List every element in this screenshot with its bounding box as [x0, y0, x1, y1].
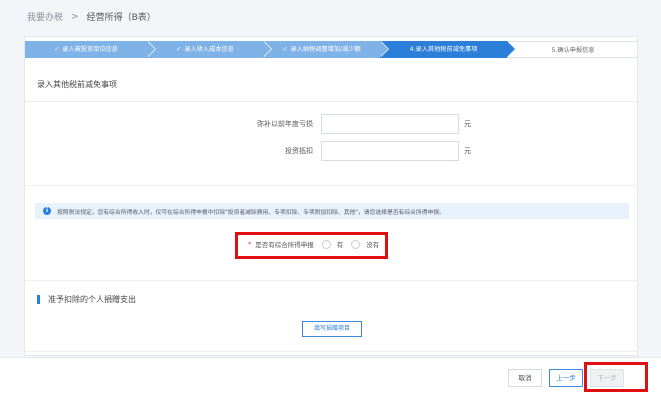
step-1-label: 录入被投资单位信息 [62, 46, 118, 53]
step-4-label: 4.录入其他税前减免事项 [409, 46, 478, 53]
step-2[interactable]: ✓ 录入收入成本信息 [147, 41, 272, 58]
step-2-arrow [263, 41, 271, 57]
divider [25, 280, 637, 281]
loss-input[interactable] [321, 114, 459, 134]
breadcrumb-home[interactable]: 我要办税 [27, 10, 63, 23]
divider [25, 351, 637, 352]
section-title: 录入其他税前减免事项 [37, 80, 117, 89]
divider [25, 185, 637, 186]
invest-row: 投资抵扣 元 [253, 141, 471, 161]
highlight-box-question [235, 232, 388, 259]
loss-label: 弥补以前年度亏损 [257, 120, 313, 128]
step-3-arrow [380, 41, 388, 57]
check-icon: ✓ [176, 46, 182, 53]
step-4-current[interactable]: 4.录入其他税前减免事项 [380, 41, 516, 58]
loss-unit: 元 [464, 120, 471, 128]
step-1-arrow [147, 41, 155, 57]
breadcrumb-separator: > [71, 11, 79, 22]
breadcrumb-current: 经营所得（B表） [86, 13, 156, 23]
main-card: ✓ 录入被投资单位信息 ✓ 录入收入成本信息 ✓ 录入纳税调整增加/减少额 4.录入其… [24, 36, 638, 356]
divider [25, 101, 637, 102]
step-1[interactable]: ✓ 录入被投资单位信息 [25, 41, 156, 58]
donation-title: 准予扣除的个人捐赠支出 [37, 295, 136, 304]
check-icon: ✓ [54, 46, 60, 53]
step-2-label: 录入收入成本信息 [184, 46, 234, 53]
notice-banner: i 按照税法规定，您有综合所得收入时，仅可在综合所得申报中扣除"投资者减除费用、… [35, 203, 629, 219]
step-4-arrow [507, 41, 515, 57]
invest-input[interactable] [321, 141, 459, 161]
breadcrumb: 我要办税 > 经营所得（B表） [27, 10, 156, 24]
step-5[interactable]: 5.确认申报信息 [507, 41, 637, 58]
check-icon: ✓ [282, 46, 288, 53]
step-5-label: 5.确认申报信息 [551, 47, 595, 54]
loss-row: 弥补以前年度亏损 元 [253, 114, 471, 134]
cancel-button[interactable]: 取消 [508, 369, 542, 387]
fill-donation-button[interactable]: 填写捐赠项目 [302, 321, 362, 337]
step-3-label: 录入纳税调整增加/减少额 [290, 46, 361, 53]
footer-bar: 取消 上一步 下一步 [0, 357, 661, 395]
step-3[interactable]: ✓ 录入纳税调整增加/减少额 [263, 41, 389, 58]
invest-label: 投资抵扣 [285, 147, 313, 155]
info-icon: i [43, 207, 51, 215]
invest-unit: 元 [464, 147, 471, 155]
notice-text: 按照税法规定，您有综合所得收入时，仅可在综合所得申报中扣除"投资者减除费用、专项… [57, 209, 445, 216]
prev-button[interactable]: 上一步 [549, 369, 583, 387]
highlight-box-next [584, 362, 648, 392]
step-progress: ✓ 录入被投资单位信息 ✓ 录入收入成本信息 ✓ 录入纳税调整增加/减少额 4.录入其… [25, 41, 637, 58]
